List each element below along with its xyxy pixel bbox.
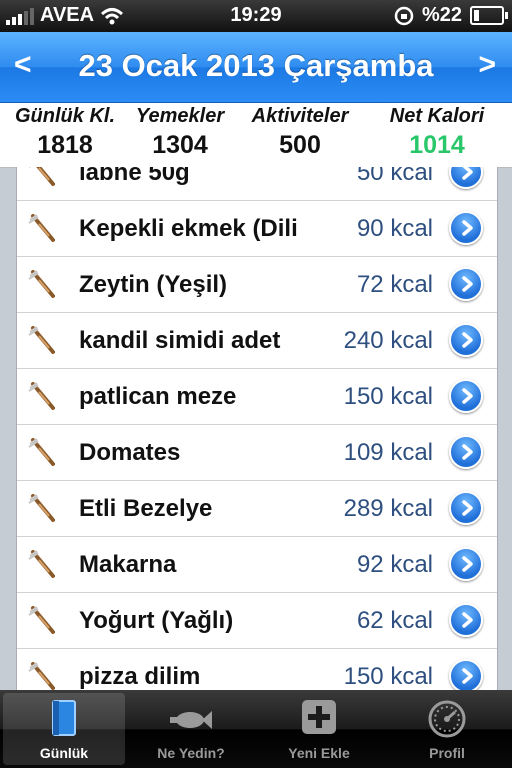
food-list[interactable]: labne 50g 50 kcal Kepekli ekmek (Dili 90 kc… <box>16 167 498 690</box>
chevron-right-icon <box>462 167 473 180</box>
food-calories: 240 kcal <box>343 327 433 354</box>
summary-label: Günlük Kl. <box>15 105 115 127</box>
food-name: kandil simidi adet <box>79 327 281 354</box>
food-row[interactable]: patlican meze 150 kcal <box>17 369 497 425</box>
tab-label: Yeni Ekle <box>288 745 350 761</box>
food-calories: 62 kcal <box>356 607 433 634</box>
book-icon <box>52 700 76 736</box>
food-row[interactable]: Zeytin (Yeşil) 72 kcal <box>17 257 497 313</box>
tab-label: Profil <box>429 745 465 761</box>
food-name: Makarna <box>79 551 177 578</box>
tab-bar: Günlük Ne Yedin? Yeni Ekle Profil <box>0 690 512 768</box>
food-row[interactable]: labne 50g 50 kcal <box>17 167 497 201</box>
battery-icon <box>470 6 508 25</box>
fork-icon <box>28 214 55 242</box>
summary-label: Yemekler <box>135 105 225 127</box>
fork-icon <box>28 326 55 354</box>
chevron-right-icon <box>462 556 473 572</box>
detail-disclosure-button[interactable] <box>449 379 483 413</box>
food-name: Kepekli ekmek (Dili <box>79 215 298 242</box>
detail-disclosure-button[interactable] <box>449 267 483 301</box>
battery-area: %22 <box>394 4 508 27</box>
tab-profile[interactable]: Profil <box>386 693 508 765</box>
food-name: Domates <box>79 439 181 466</box>
food-calories: 92 kcal <box>356 551 433 578</box>
detail-disclosure-button[interactable] <box>449 167 483 189</box>
battery-percent: %22 <box>421 4 462 26</box>
summary-value-net: 1014 <box>409 131 465 159</box>
fish-icon <box>170 711 212 729</box>
rotation-lock-icon <box>394 6 414 25</box>
food-name: labne 50g <box>79 167 190 186</box>
food-name: Etli Bezelye <box>79 495 213 522</box>
food-row[interactable]: Kepekli ekmek (Dili 90 kcal <box>17 201 497 257</box>
fork-icon <box>28 438 55 466</box>
fork-icon <box>28 494 55 522</box>
plus-icon <box>302 700 336 734</box>
food-calories: 109 kcal <box>343 439 433 466</box>
navigation-bar: < 23 Ocak 2013 Çarşamba > <box>0 32 512 103</box>
food-calories: 289 kcal <box>343 495 433 522</box>
chevron-right-icon <box>462 388 473 404</box>
summary-value: 1818 <box>37 131 93 159</box>
summary-label: Net Kalori <box>389 105 485 127</box>
detail-disclosure-button[interactable] <box>449 659 483 690</box>
fork-icon <box>28 382 55 410</box>
food-name: patlican meze <box>79 383 237 410</box>
chevron-right-icon <box>462 220 473 236</box>
next-day-button[interactable]: > <box>478 48 496 82</box>
food-row[interactable]: Domates 109 kcal <box>17 425 497 481</box>
food-row[interactable]: Makarna 92 kcal <box>17 537 497 593</box>
food-name: Yoğurt (Yağlı) <box>79 607 234 634</box>
chevron-right-icon <box>462 668 473 684</box>
food-row[interactable]: Etli Bezelye 289 kcal <box>17 481 497 537</box>
chevron-right-icon <box>462 444 473 460</box>
tab-what-did-you-eat[interactable]: Ne Yedin? <box>130 693 252 765</box>
food-name: Zeytin (Yeşil) <box>79 271 228 298</box>
speedometer-icon <box>428 700 466 738</box>
food-calories: 50 kcal <box>356 167 433 186</box>
detail-disclosure-button[interactable] <box>449 211 483 245</box>
fork-icon <box>28 550 55 578</box>
summary-value: 500 <box>279 131 321 159</box>
fork-icon <box>28 606 55 634</box>
calorie-summary: Günlük Kl. 1818 Yemekler 1304 Aktivitele… <box>0 103 512 168</box>
food-row[interactable]: pizza dilim 150 kcal <box>17 649 497 690</box>
status-bar: AVEA 19:29 %22 <box>0 0 512 32</box>
detail-disclosure-button[interactable] <box>449 323 483 357</box>
tab-label: Ne Yedin? <box>157 745 225 761</box>
summary-value: 1304 <box>152 131 208 159</box>
fork-icon <box>28 662 55 690</box>
food-calories: 150 kcal <box>343 663 433 690</box>
tab-daily[interactable]: Günlük <box>3 693 125 765</box>
tab-add-new[interactable]: Yeni Ekle <box>258 693 380 765</box>
food-calories: 150 kcal <box>343 383 433 410</box>
chevron-right-icon <box>462 276 473 292</box>
detail-disclosure-button[interactable] <box>449 491 483 525</box>
fork-icon <box>29 167 55 186</box>
summary-net-calories: Net Kalori 1014 <box>380 105 494 160</box>
food-calories: 90 kcal <box>356 215 433 242</box>
summary-meals: Yemekler 1304 <box>126 105 234 160</box>
chevron-right-icon <box>462 500 473 516</box>
fork-icon <box>28 270 55 298</box>
date-title: 23 Ocak 2013 Çarşamba <box>78 48 434 83</box>
food-name: pizza dilim <box>79 663 201 690</box>
summary-label: Aktiviteler <box>251 105 349 127</box>
detail-disclosure-button[interactable] <box>449 603 483 637</box>
food-row[interactable]: Yoğurt (Yağlı) 62 kcal <box>17 593 497 649</box>
detail-disclosure-button[interactable] <box>449 547 483 581</box>
food-calories: 72 kcal <box>356 271 433 298</box>
summary-activities: Aktiviteler 500 <box>244 105 356 160</box>
tab-label: Günlük <box>39 745 89 761</box>
chevron-right-icon <box>462 332 473 348</box>
chevron-right-icon <box>462 612 473 628</box>
summary-daily-calories: Günlük Kl. 1818 <box>6 105 124 160</box>
food-row[interactable]: kandil simidi adet 240 kcal <box>17 313 497 369</box>
detail-disclosure-button[interactable] <box>449 435 483 469</box>
